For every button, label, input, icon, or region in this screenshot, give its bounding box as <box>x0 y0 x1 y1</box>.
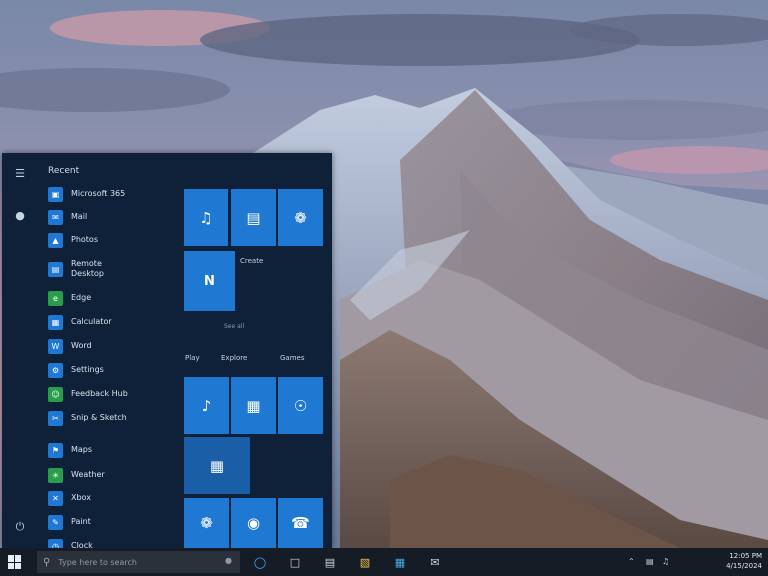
hamburger-menu-icon[interactable]: ☰ <box>12 165 28 181</box>
taskbar-clock[interactable]: 12:05 PM 4/15/2024 <box>690 551 762 571</box>
paint-icon: ✎ <box>48 514 63 530</box>
clock-date: 4/15/2024 <box>726 562 762 570</box>
skype-icon: ☉ <box>293 396 308 415</box>
app-item-settings[interactable]: ⚙ Settings <box>48 361 178 379</box>
clock-time: 12:05 PM <box>729 552 762 560</box>
app-label: Remote Desktop <box>71 259 104 278</box>
tile-store[interactable]: ▦ <box>184 437 250 494</box>
settings-icon: ⚙ <box>48 362 63 378</box>
volume-icon[interactable]: ♫ <box>662 557 669 566</box>
gallery-icon: ❁ <box>294 208 307 227</box>
music-note-icon: ♪ <box>201 396 212 415</box>
app-item-word[interactable]: W Word <box>48 337 178 355</box>
music-note-icon: ♫ <box>199 208 213 227</box>
tile-groove[interactable]: ♪ <box>184 377 229 434</box>
start-menu-rail: ☰ ● ⏻ <box>2 153 38 548</box>
mail-icon: ✉ <box>48 209 63 225</box>
power-icon[interactable]: ⏻ <box>12 519 28 535</box>
xbox-icon: ❁ <box>200 514 213 532</box>
group-label-explore: Explore <box>221 354 248 362</box>
recent-header: Recent <box>48 166 80 176</box>
tile-feedback[interactable]: ☎ <box>278 498 323 548</box>
tile-skype[interactable]: ☉ <box>278 377 323 434</box>
store-icon[interactable]: ▦ <box>392 554 408 570</box>
app-item-xbox[interactable]: ✕ Xbox <box>48 489 178 507</box>
onenote-icon: N <box>204 273 215 289</box>
calculator-icon: ▦ <box>48 314 63 330</box>
see-all-link[interactable]: See all <box>224 323 244 330</box>
app-label: Microsoft 365 <box>71 189 126 198</box>
tile-xbox[interactable]: ❁ <box>184 498 229 548</box>
search-placeholder: Type here to search <box>58 557 137 567</box>
app-item-calculator[interactable]: ▦ Calculator <box>48 313 178 331</box>
mail-icon[interactable]: ✉ <box>427 554 443 570</box>
app-label: Paint <box>71 517 91 526</box>
group-label-create: Create <box>240 257 264 265</box>
app-item-edge[interactable]: e Edge <box>48 289 178 307</box>
feedback-icon: ☎ <box>291 514 310 532</box>
cortana-icon[interactable]: ◯ <box>252 554 268 570</box>
edge-icon: e <box>48 290 63 306</box>
windows-start-button[interactable] <box>8 555 22 569</box>
search-icon: ⚲ <box>43 556 51 568</box>
taskbar-search-box[interactable]: ⚲ Type here to search ● <box>37 551 240 573</box>
user-icon[interactable]: ● <box>12 207 28 223</box>
tile-music[interactable]: ♫ <box>184 189 228 246</box>
network-icon[interactable]: ▤ <box>646 557 654 566</box>
app-item-mail[interactable]: ✉ Mail <box>48 208 178 226</box>
remote-desktop-icon: ▤ <box>48 261 63 277</box>
group-label-play: Play <box>185 354 200 362</box>
tile-notes[interactable]: ▤ <box>231 189 276 246</box>
app-label: Edge <box>71 293 92 302</box>
app-item-maps[interactable]: ⚑ Maps <box>48 441 178 459</box>
note-icon: ▤ <box>246 208 261 227</box>
app-label: Calculator <box>71 317 112 326</box>
app-item-paint[interactable]: ✎ Paint <box>48 513 178 531</box>
app-label: Weather <box>71 470 105 479</box>
app-label: Word <box>71 341 92 350</box>
xbox-icon: ✕ <box>48 490 63 506</box>
camera-icon: ◉ <box>246 514 261 532</box>
maps-icon: ⚑ <box>48 442 63 458</box>
calendar-icon: ▦ <box>246 396 261 415</box>
app-item-remote-desktop[interactable]: ▤ Remote Desktop <box>48 256 178 282</box>
app-label: Settings <box>71 365 104 374</box>
tile-onenote[interactable]: N <box>184 251 235 311</box>
tile-gallery[interactable]: ❁ <box>278 189 323 246</box>
app-item-photos[interactable]: ▲ Photos <box>48 231 178 249</box>
tile-calendar[interactable]: ▦ <box>231 377 276 434</box>
app-item-microsoft-365[interactable]: ▣ Microsoft 365 <box>48 185 178 203</box>
word-icon: W <box>48 338 63 354</box>
app-item-snip-sketch[interactable]: ✂ Snip & Sketch <box>48 409 178 427</box>
snip-icon: ✂ <box>48 410 63 426</box>
tile-camera[interactable]: ◉ <box>231 498 276 548</box>
task-view-icon[interactable]: □ <box>287 554 303 570</box>
chevron-up-icon[interactable]: ⌃ <box>628 557 635 566</box>
feedback-icon: ☺ <box>48 386 63 402</box>
app-label: Maps <box>71 445 93 454</box>
app-item-feedback-hub[interactable]: ☺ Feedback Hub <box>48 385 178 403</box>
folder-icon[interactable]: ▧ <box>357 554 373 570</box>
app-label: Feedback Hub <box>71 389 128 398</box>
taskbar: ⚲ Type here to search ● ◯ □ ▤ ▧ ▦ ✉ ⌃ ▤ … <box>0 548 768 576</box>
photos-icon: ▲ <box>48 232 63 248</box>
microphone-icon[interactable]: ● <box>225 556 232 565</box>
office-icon: ▣ <box>48 186 63 202</box>
store-icon: ▦ <box>209 456 225 475</box>
app-label: Photos <box>71 235 98 244</box>
weather-icon: ☀ <box>48 467 63 483</box>
app-label: Mail <box>71 212 88 221</box>
app-label: Snip & Sketch <box>71 413 127 422</box>
group-label-games: Games <box>280 354 305 362</box>
file-explorer-icon[interactable]: ▤ <box>322 554 338 570</box>
app-item-weather[interactable]: ☀ Weather <box>48 466 178 484</box>
start-menu: ☰ ● ⏻ Recent ▣ Microsoft 365 ✉ Mail ▲ Ph… <box>2 153 332 554</box>
app-label: Xbox <box>71 493 91 502</box>
